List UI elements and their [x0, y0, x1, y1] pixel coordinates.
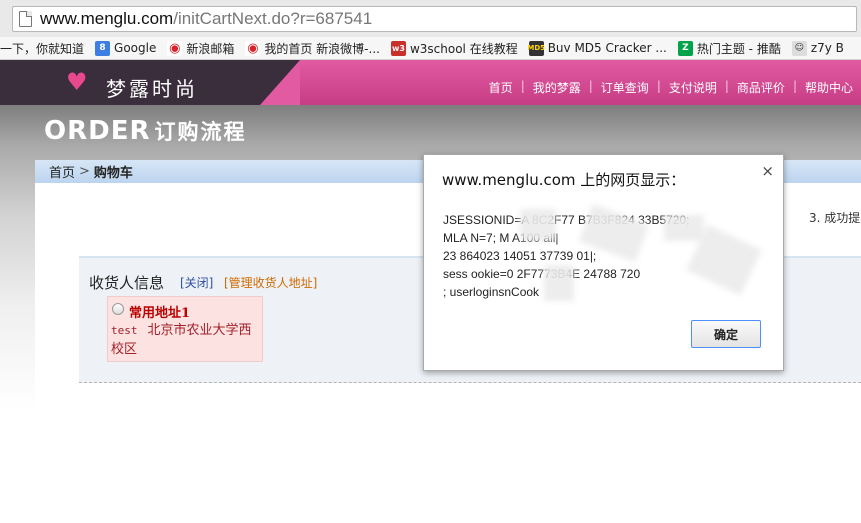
bookmark-w3school[interactable]: w3 w3school 在线教程 — [390, 40, 518, 57]
redaction-blur — [520, 209, 556, 241]
redaction-blur — [664, 215, 704, 241]
order-title-en: ORDER — [44, 116, 151, 146]
heart-logo-icon: ♥ — [66, 68, 88, 96]
address-name: 常用地址1 — [129, 306, 191, 321]
chevron-right-icon: > — [79, 164, 90, 179]
url-path: /initCartNext.do?r=687541 — [173, 9, 373, 28]
address-card[interactable]: 常用地址1 test 北京市农业大学西校区 — [107, 296, 263, 362]
alert-dialog: www.menglu.com 上的网页显示： × JSESSIONID=A 8C… — [423, 154, 784, 371]
bookmark-google[interactable]: 8 Google — [95, 40, 157, 56]
bookmark-label: Buv MD5 Cracker ... — [547, 41, 667, 55]
bookmark-sina-mail[interactable]: ◉ 新浪邮箱 — [167, 40, 234, 57]
bookmark-z7y[interactable]: ☺ z7y B — [791, 40, 844, 56]
sina-weibo-icon: ◉ — [167, 40, 183, 56]
bookmark-label: z7y B — [810, 41, 844, 55]
nav-order-query[interactable]: 订单查询 — [593, 79, 657, 96]
bookmark-label: Google — [114, 41, 157, 55]
nav-home[interactable]: 首页 — [481, 79, 521, 96]
receiver-title: 收货人信息 — [89, 274, 165, 292]
address-detail: test 北京市农业大学西校区 — [111, 321, 261, 359]
close-icon[interactable]: × — [761, 162, 774, 180]
bookmark-label: 一下，你就知道 — [0, 41, 85, 56]
nav-product-review[interactable]: 商品评价 — [729, 79, 793, 96]
site-logo[interactable]: 梦露时尚 — [106, 73, 198, 102]
google-icon: 8 — [95, 40, 111, 56]
sina-weibo-icon: ◉ — [245, 40, 261, 56]
section-divider — [79, 382, 861, 383]
nav-payment-info[interactable]: 支付说明 — [661, 79, 725, 96]
address-radio[interactable] — [112, 303, 124, 315]
md5-icon: MD5 — [527, 40, 545, 56]
bookmark-sina-weibo[interactable]: ◉ 我的首页 新浪微博-... — [245, 40, 380, 57]
bookmark-baidu[interactable]: 一下，你就知道 — [0, 40, 84, 57]
url-input[interactable]: www.menglu.com/initCartNext.do?r=687541 — [12, 6, 857, 32]
bookmark-md5-cracker[interactable]: MD5 Buv MD5 Cracker ... — [527, 40, 667, 56]
ok-button[interactable]: 确定 — [691, 320, 761, 348]
bookmarks-bar: 一下，你就知道 8 Google ◉ 新浪邮箱 ◉ 我的首页 新浪微博-... … — [0, 37, 861, 60]
close-link[interactable]: [关闭] — [180, 274, 213, 291]
site-header: ♥ 梦露时尚 首页 | 我的梦露 | 订单查询 | 支付说明 | 商品评价 | 帮助中心 — [0, 60, 861, 105]
address-contact: test — [111, 324, 138, 337]
main-nav: 首页 | 我的梦露 | 订单查询 | 支付说明 | 商品评价 | 帮助中心 — [481, 79, 861, 96]
tuicool-icon: Z — [677, 40, 693, 56]
breadcrumb-home[interactable]: 首页 — [49, 162, 75, 181]
page-title: ORDER 订购流程 — [44, 116, 247, 146]
w3school-icon: w3 — [390, 40, 406, 56]
bookmark-label: 我的首页 新浪微博-... — [264, 41, 380, 56]
manage-address-link[interactable]: [管理收货人地址] — [224, 274, 317, 291]
breadcrumb-current: 购物车 — [93, 166, 133, 181]
nav-my-menglu[interactable]: 我的梦露 — [525, 79, 589, 96]
url-host: www.menglu.com — [40, 9, 174, 28]
nav-help-center[interactable]: 帮助中心 — [797, 79, 861, 96]
browser-address-bar: www.menglu.com/initCartNext.do?r=687541 — [0, 0, 861, 37]
dialog-title: www.menglu.com 上的网页显示： — [442, 171, 686, 189]
z7y-icon: ☺ — [791, 40, 807, 56]
bookmark-label: 新浪邮箱 — [186, 41, 235, 56]
bookmark-label: 热门主题 - 推酷 — [696, 41, 781, 56]
redaction-blur — [544, 265, 574, 301]
step-indicator-3: 3. 成功提交 — [809, 211, 861, 225]
order-title-cn: 订购流程 — [154, 120, 247, 144]
bookmark-label: w3school 在线教程 — [409, 41, 518, 56]
page-icon — [19, 11, 32, 27]
bookmark-tuicool[interactable]: Z 热门主题 - 推酷 — [677, 40, 781, 57]
